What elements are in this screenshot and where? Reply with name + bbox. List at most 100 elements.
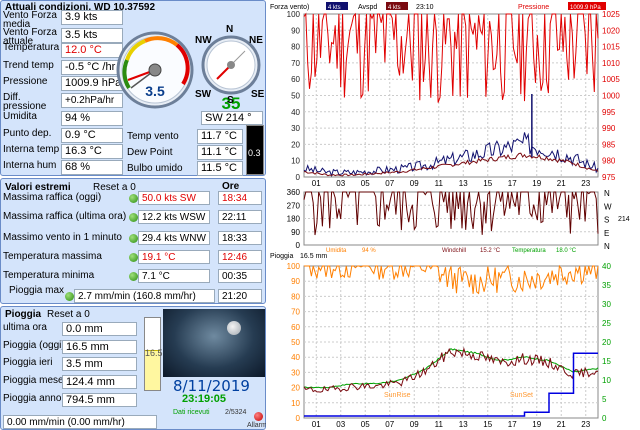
charts-area: 1009080706050403020100102510201015101010… [266,0,640,430]
chart1-left-tick: 80 [291,43,300,52]
chart1-right-tick: 1015 [602,43,620,52]
chart3-right-tick: 0 [602,414,607,423]
chart3-left-tick: 10 [291,399,300,408]
chart1-x-tick: 11 [435,179,444,188]
chart2-left-tick: 360 [287,188,301,197]
legend-temperatura-val: 18.0 °C [556,248,577,254]
chart3-right-tick: 20 [602,338,611,347]
current-value-6: 94 % [61,111,123,126]
chart3-x-tick: 07 [385,420,394,429]
chart2-dir-letter: N [604,242,610,251]
legend-umidita-val: 94 % [362,248,376,254]
rain-rate-value: 0.00 mm/min (0.00 mm/hr) [3,415,157,429]
extremes-panel: Valori estremi Reset a 0 Ore Massima raf… [0,178,266,304]
current-value-1: 3.5 kts [61,28,123,43]
status-dot-icon [129,213,138,222]
extreme-value-3: 19.1 °C [138,250,210,264]
status-dot-icon [129,194,138,203]
chart3-x-tick: 23 [581,420,590,429]
chart1-left-tick: 100 [287,10,301,19]
chart2-dir-letter: E [604,229,609,238]
chart3-left-tick: 80 [291,292,300,301]
rain-reset-button[interactable]: Reset a 0 [47,310,90,320]
extreme-label-2: Massimo vento in 1 minuto [3,232,122,243]
chart1-legend-time: 23:10 [416,4,434,11]
extreme-label-4: Temperatura minima [3,270,95,281]
current-label-2: Temperatura [3,42,60,53]
extreme-time-2: 18:33 [218,231,262,245]
legend-umidita: Umidita [326,248,347,254]
chart1-right-tick: 995 [602,108,616,117]
extreme-time-4: 00:35 [218,269,262,283]
current-value-3: -0.5 °C /hr [61,60,123,75]
status-dot-icon [65,292,74,301]
extreme-time-5: 21:20 [218,289,262,303]
chart1-x-tick: 13 [459,179,468,188]
current-label-4: Pressione [3,76,48,87]
moon-image [163,309,265,377]
rain-panel: Pioggia Reset a 0 ultima ora 0.0 mm Pioggi… [0,306,268,430]
status-dot-icon [129,272,138,281]
chart1-x-tick: 23 [581,179,590,188]
compass-s-label: S [227,95,234,106]
rain-label-2: Pioggia ieri [3,357,53,368]
rain-label-1: Pioggia (oggi) [3,340,65,351]
wind-speed-gauge: 3.5 [116,31,194,109]
dew-point-value: 11.1 °C [197,145,243,160]
sunrise-label: SunRise [384,392,411,399]
chart3-right-tick: 25 [602,319,611,328]
chart1-right-tick: 980 [602,157,616,166]
extreme-label-5: Pioggia max [9,285,65,296]
compass-n-label: N [226,24,234,35]
chart3-left-tick: 60 [291,323,300,332]
chart3-left-tick: 90 [291,277,300,286]
legend-windchill-val: 15.2 °C [480,248,501,254]
rain-value-4: 794.5 mm [62,393,137,407]
alarm-icon[interactable] [254,412,263,421]
chart3-left-tick: 40 [291,353,300,362]
gauge-speed-value: 3.5 [145,83,165,99]
chart1-x-tick: 03 [336,179,345,188]
chart2-dir-letter: N [604,189,610,198]
current-value-4: 1009.9 hPa [61,76,123,91]
chart1-right-tick: 1010 [602,59,620,68]
direction-value: SW 214 ° [201,111,263,125]
current-label-9: Interna hum [3,160,57,171]
chart1-left-tick: 10 [291,157,300,166]
compass-panel: 35 N NE NW SE SW S [195,24,267,114]
extreme-label-0: Massima raffica (oggi) [3,192,102,203]
current-value-7: 0.9 °C [61,128,123,143]
current-label-8: Interna temp [3,144,60,155]
level-bar: 0.3 [246,125,264,175]
current-value-8: 16.3 °C [61,144,123,159]
chart3-x-tick: 05 [361,420,370,429]
extreme-value-5: 2.7 mm/min (160.8 mm/hr) [74,289,215,303]
chart1-x-tick: 19 [532,179,541,188]
compass-ne-label: NE [249,35,263,46]
chart3-x-tick: 15 [483,420,492,429]
legend-temperatura: Temperatura [512,248,546,254]
chart1-right-tick: 1020 [602,26,620,35]
status-dot-icon [129,253,138,262]
moon [227,321,241,335]
chart3-legend-val: 16.5 mm [300,253,327,260]
dew-point-label: Dew Point [127,147,173,158]
clock-time: 23:19:05 [182,393,227,405]
chart2-left-tick: 90 [291,228,300,237]
bulbo-value: 11.5 °C [197,161,243,176]
chart1-legend-b: Avspd [358,4,377,11]
chart1-left-tick: 30 [291,124,300,133]
temp-vento-value: 11.7 °C [197,129,243,144]
rain-value-3: 124.4 mm [62,375,137,389]
chart3-left-tick: 20 [291,384,300,393]
current-label-3: Trend temp [3,60,54,71]
sunset-label: SunSet [510,392,533,399]
chart1-x-tick: 09 [410,179,419,188]
rain-value-0: 0.0 mm [62,322,137,336]
chart1-x-tick: 17 [508,179,517,188]
chart2-dir-letter: W [604,202,612,211]
current-value-5: +0.2hPa/hr [61,93,123,108]
dati-ricevuti-label: Dati ricevuti [173,409,210,416]
chart3-right-tick: 5 [602,395,607,404]
chart3-right-tick: 15 [602,357,611,366]
